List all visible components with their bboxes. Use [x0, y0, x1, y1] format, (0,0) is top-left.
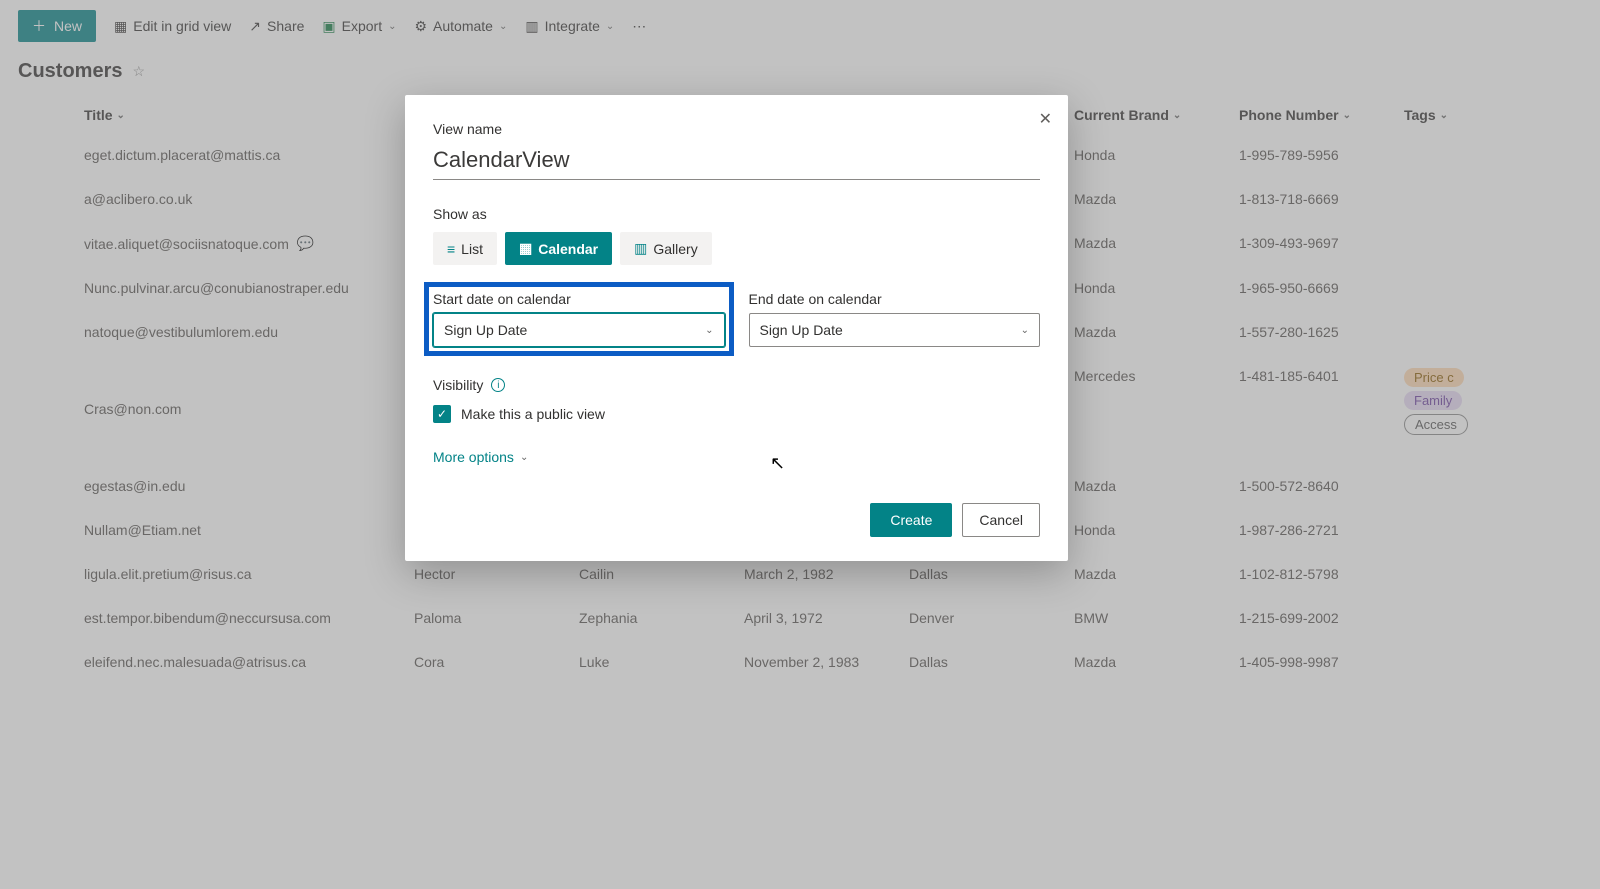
info-icon[interactable]: i — [491, 378, 505, 392]
view-type-calendar[interactable]: ▦ Calendar — [505, 232, 612, 265]
end-date-select[interactable]: Sign Up Date ⌄ — [749, 313, 1041, 347]
start-date-field: Start date on calendar Sign Up Date ⌄ — [433, 291, 725, 347]
view-type-gallery[interactable]: ▥ Gallery — [620, 232, 712, 265]
view-type-list-label: List — [461, 241, 483, 257]
view-name-label: View name — [433, 121, 1040, 137]
gallery-icon: ▥ — [634, 240, 647, 257]
public-view-label: Make this a public view — [461, 406, 605, 422]
checkmark-icon: ✓ — [437, 407, 447, 421]
view-name-input[interactable] — [433, 143, 1040, 180]
calendar-icon: ▦ — [519, 240, 532, 257]
show-as-label: Show as — [433, 206, 1040, 222]
visibility-label: Visibility — [433, 377, 483, 393]
cancel-button[interactable]: Cancel — [962, 503, 1040, 537]
create-button[interactable]: Create — [870, 503, 952, 537]
create-view-dialog: ✕ View name Show as ≡ List ▦ Calendar ▥ … — [405, 95, 1068, 561]
end-date-field: End date on calendar Sign Up Date ⌄ — [749, 291, 1041, 347]
list-icon: ≡ — [447, 241, 455, 257]
chevron-down-icon: ⌄ — [705, 325, 713, 336]
view-type-group: ≡ List ▦ Calendar ▥ Gallery — [433, 232, 1040, 265]
more-options-toggle[interactable]: More options ⌄ — [433, 449, 1040, 465]
close-icon: ✕ — [1039, 111, 1052, 128]
end-date-value: Sign Up Date — [760, 322, 843, 338]
start-date-label: Start date on calendar — [433, 291, 725, 307]
view-type-calendar-label: Calendar — [538, 241, 598, 257]
more-options-label: More options — [433, 449, 514, 465]
view-type-list[interactable]: ≡ List — [433, 232, 497, 265]
end-date-label: End date on calendar — [749, 291, 1041, 307]
view-type-gallery-label: Gallery — [653, 241, 697, 257]
start-date-select[interactable]: Sign Up Date ⌄ — [433, 313, 725, 347]
public-view-checkbox[interactable]: ✓ — [433, 405, 451, 423]
start-date-value: Sign Up Date — [444, 322, 527, 338]
chevron-down-icon: ⌄ — [520, 452, 528, 463]
mouse-cursor-icon: ↖ — [770, 453, 785, 474]
close-button[interactable]: ✕ — [1039, 109, 1052, 129]
chevron-down-icon: ⌄ — [1021, 325, 1029, 336]
